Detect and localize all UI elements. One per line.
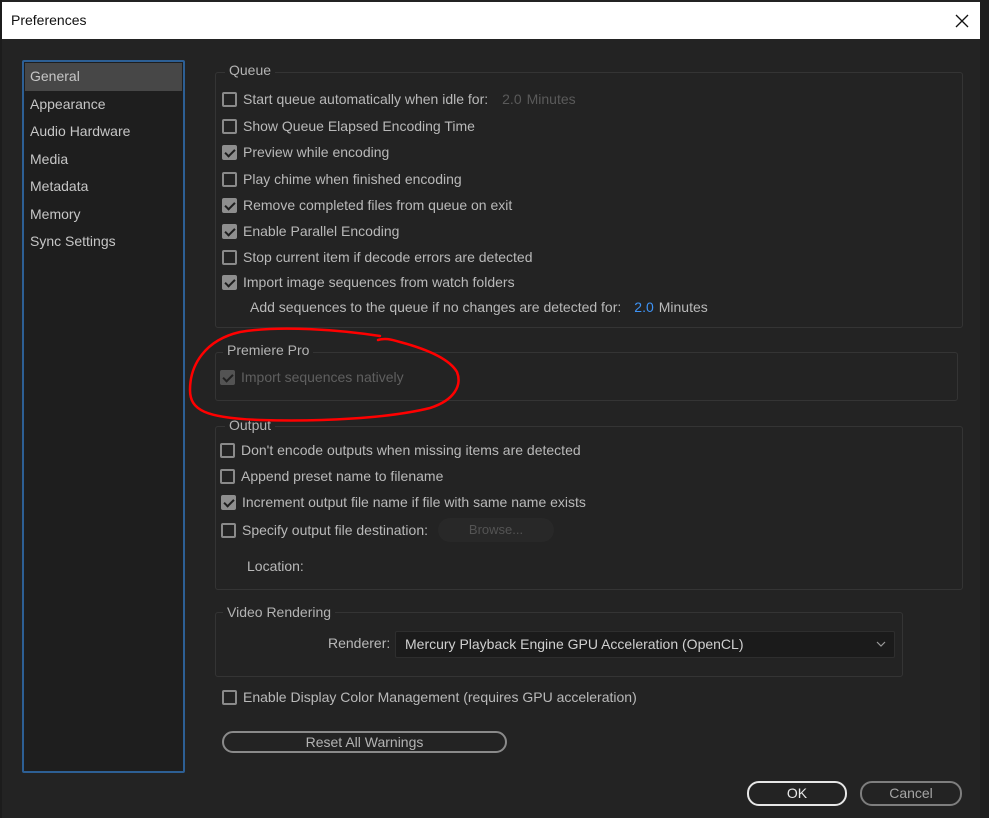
dont-encode-label: Don't encode outputs when missing items … <box>241 442 581 458</box>
idle-minutes-value[interactable]: 2.0 <box>502 91 521 107</box>
sidebar-item-audio-hardware[interactable]: Audio Hardware <box>24 118 183 146</box>
import-sequences-label: Import image sequences from watch folder… <box>243 274 515 290</box>
sidebar-item-general[interactable]: General <box>25 63 182 91</box>
queue-group-title: Queue <box>225 62 276 78</box>
append-preset-label: Append preset name to filename <box>241 468 444 484</box>
renderer-label: Renderer: <box>328 635 391 651</box>
add-sequences-label: Add sequences to the queue if no changes… <box>250 299 622 315</box>
title-bar: Preferences <box>2 2 980 39</box>
parallel-row: Enable Parallel Encoding <box>222 223 399 239</box>
stop-decode-label: Stop current item if decode errors are d… <box>243 249 533 265</box>
remove-completed-label: Remove completed files from queue on exi… <box>243 197 513 213</box>
remove-completed-checkbox[interactable] <box>222 197 237 213</box>
chevron-down-icon <box>876 641 886 647</box>
sidebar-item-appearance[interactable]: Appearance <box>24 91 183 119</box>
start-queue-label: Start queue automatically when idle for: <box>243 91 489 107</box>
category-list[interactable]: General Appearance Audio Hardware Media … <box>22 60 185 773</box>
color-mgmt-row: Enable Display Color Management (require… <box>222 689 637 705</box>
window-title: Preferences <box>11 12 87 28</box>
add-sequences-row: Add sequences to the queue if no changes… <box>250 299 708 315</box>
preview-row: Preview while encoding <box>222 144 389 160</box>
cancel-button[interactable]: Cancel <box>860 781 962 806</box>
import-natively-checkbox <box>220 369 235 385</box>
ok-button[interactable]: OK <box>747 781 847 806</box>
chime-label: Play chime when finished encoding <box>243 171 462 187</box>
import-sequences-row: Import image sequences from watch folder… <box>222 274 515 290</box>
preview-label: Preview while encoding <box>243 144 390 160</box>
parallel-checkbox[interactable] <box>222 223 237 239</box>
sidebar-item-metadata[interactable]: Metadata <box>24 173 183 201</box>
output-group-title: Output <box>225 417 276 433</box>
renderer-label-row: Renderer: <box>328 635 390 651</box>
specify-dest-label: Specify output file destination: <box>242 522 429 538</box>
specify-dest-checkbox[interactable] <box>221 522 236 538</box>
start-queue-row: Start queue automatically when idle for:… <box>222 91 576 107</box>
dont-encode-checkbox[interactable] <box>220 442 235 458</box>
chime-checkbox[interactable] <box>222 171 237 187</box>
background-edge-left <box>0 0 2 818</box>
show-elapsed-label: Show Queue Elapsed Encoding Time <box>243 118 475 134</box>
show-elapsed-checkbox[interactable] <box>222 118 237 134</box>
location-label: Location: <box>247 558 304 574</box>
increment-row: Increment output file name if file with … <box>221 494 586 510</box>
location-row: Location: <box>247 558 304 574</box>
video-rendering-title: Video Rendering <box>223 604 336 620</box>
import-natively-row: Import sequences natively <box>220 369 404 385</box>
parallel-label: Enable Parallel Encoding <box>243 223 400 239</box>
remove-completed-row: Remove completed files from queue on exi… <box>222 197 512 213</box>
chime-row: Play chime when finished encoding <box>222 171 462 187</box>
increment-label: Increment output file name if file with … <box>242 494 586 510</box>
preview-checkbox[interactable] <box>222 144 237 160</box>
premiere-group-title: Premiere Pro <box>223 342 314 358</box>
add-sequences-minutes-value[interactable]: 2.0 <box>634 299 653 315</box>
sidebar-item-memory[interactable]: Memory <box>24 201 183 229</box>
close-icon <box>955 14 969 28</box>
import-sequences-checkbox[interactable] <box>222 274 237 290</box>
import-natively-label: Import sequences natively <box>241 369 404 385</box>
add-sequences-minutes-unit: Minutes <box>658 299 708 315</box>
color-mgmt-label: Enable Display Color Management (require… <box>243 689 637 705</box>
color-mgmt-checkbox[interactable] <box>222 689 237 705</box>
sidebar-item-sync-settings[interactable]: Sync Settings <box>24 228 183 256</box>
increment-checkbox[interactable] <box>221 494 236 510</box>
sidebar-item-media[interactable]: Media <box>24 146 183 174</box>
idle-minutes-unit: Minutes <box>526 91 576 107</box>
reset-warnings-button[interactable]: Reset All Warnings <box>222 731 507 753</box>
browse-button[interactable]: Browse... <box>438 518 554 542</box>
stop-decode-checkbox[interactable] <box>222 249 237 265</box>
renderer-value: Mercury Playback Engine GPU Acceleration… <box>405 636 744 652</box>
show-elapsed-row: Show Queue Elapsed Encoding Time <box>222 118 475 134</box>
dont-encode-row: Don't encode outputs when missing items … <box>220 442 581 458</box>
specify-dest-row: Specify output file destination: <box>221 522 428 538</box>
stop-decode-row: Stop current item if decode errors are d… <box>222 249 532 265</box>
append-preset-checkbox[interactable] <box>220 468 235 484</box>
append-preset-row: Append preset name to filename <box>220 468 443 484</box>
close-button[interactable] <box>950 9 974 33</box>
start-queue-checkbox[interactable] <box>222 91 237 107</box>
background-edge-right <box>980 0 989 818</box>
renderer-dropdown[interactable]: Mercury Playback Engine GPU Acceleration… <box>395 631 895 658</box>
